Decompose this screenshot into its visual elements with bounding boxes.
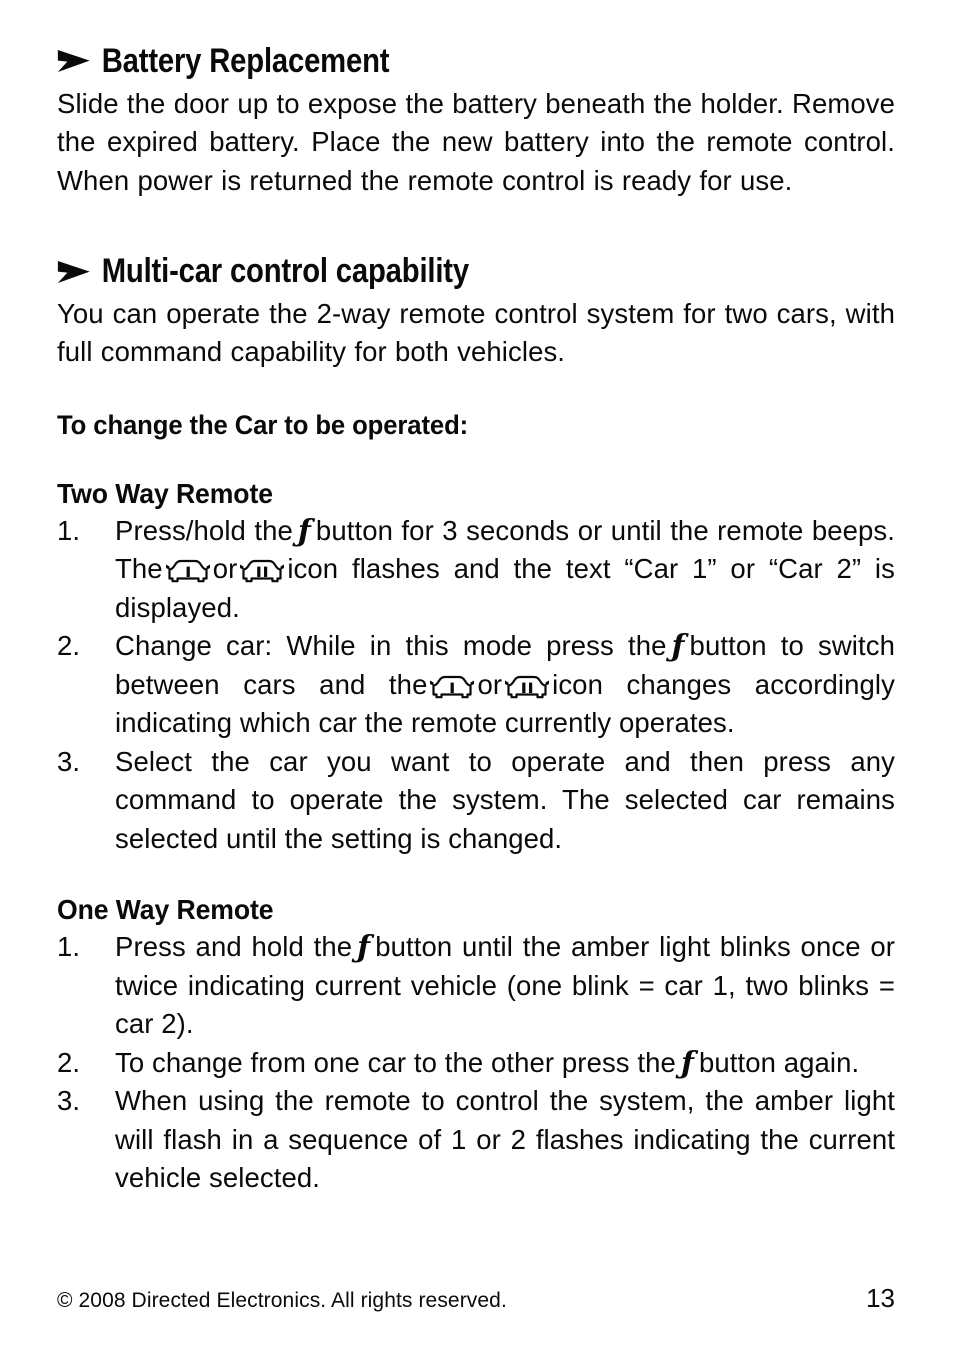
list-item-body: Change car: While in this mode press the… [115, 630, 895, 738]
multi-car-paragraph: You can operate the 2-way remote control… [57, 297, 895, 368]
section-heading-text: Multi-car control capability [101, 252, 469, 291]
car-two-icon [239, 558, 285, 584]
car-two-icon [504, 674, 550, 700]
list-item: 3. Select the car you want to operate an… [57, 743, 895, 859]
list-item-number: 2. [57, 630, 81, 662]
list-item-text: button again. [698, 1046, 860, 1078]
manual-page: Battery Replacement Slide the door up to… [0, 0, 954, 1359]
lead-line: To change the Car to be operated: [57, 409, 469, 440]
list-item-number: 1. [57, 514, 81, 546]
subheading-one-way-remote: One Way Remote [57, 894, 274, 926]
two-way-remote-list: 1. Press/hold the ƒ button for 3 seconds o… [57, 512, 895, 859]
list-item-body: To change from one car to the other pres… [115, 1045, 860, 1081]
section-heading-text: Battery Replacement [101, 42, 390, 80]
section-heading-multi-car: Multi-car control capability [57, 254, 778, 289]
list-item-text: To change from one car to the other pres… [115, 1046, 676, 1078]
function-button-icon: ƒ [357, 930, 371, 966]
arrow-bullet-icon [57, 259, 91, 285]
subheading-two-way-remote: Two Way Remote [57, 477, 273, 509]
copyright-text: © 2008 Directed Electronics. All rights … [57, 1289, 507, 1312]
section-heading-battery-replacement: Battery Replacement [57, 44, 778, 79]
battery-replacement-paragraph: Slide the door up to expose the battery … [57, 87, 895, 196]
list-item-number: 3. [57, 745, 81, 777]
function-button-icon: ƒ [671, 629, 685, 665]
page-content: Battery Replacement Slide the door up to… [57, 44, 895, 1198]
list-item: 1. Press and hold the ƒ button until the a… [57, 928, 895, 1044]
function-button-icon: ƒ [680, 1045, 694, 1081]
car-one-icon [165, 558, 211, 584]
list-item-number: 2. [57, 1046, 81, 1078]
function-button-icon: ƒ [297, 513, 311, 549]
list-item-body: Press/hold the ƒ button for 3 seconds or u… [115, 515, 895, 623]
list-item-number: 3. [57, 1085, 81, 1117]
page-number: 13 [866, 1283, 895, 1313]
list-item-text: Press and hold the [115, 931, 353, 963]
list-item-text: or [477, 668, 503, 700]
list-item: 2. Change car: While in this mode press … [57, 627, 895, 743]
page-footer: © 2008 Directed Electronics. All rights … [57, 1283, 895, 1314]
list-item-text: Change car: While in this mode press the [115, 630, 667, 662]
list-item-number: 1. [57, 931, 81, 963]
car-one-icon [429, 674, 475, 700]
list-item-body: Press and hold the ƒ button until the ambe… [115, 931, 895, 1039]
arrow-bullet-icon [57, 48, 91, 74]
list-item: 1. Press/hold the ƒ button for 3 seconds o… [57, 512, 895, 628]
list-item: 3. When using the remote to control the … [57, 1082, 895, 1198]
list-item-text: Select the car you want to operate and t… [115, 745, 895, 854]
one-way-remote-list: 1. Press and hold the ƒ button until the a… [57, 928, 895, 1198]
list-item-text: When using the remote to control the sys… [115, 1085, 895, 1194]
list-item-text: or [212, 553, 238, 585]
list-item-text: Press/hold the [115, 514, 293, 546]
list-item: 2. To change from one car to the other p… [57, 1044, 895, 1083]
